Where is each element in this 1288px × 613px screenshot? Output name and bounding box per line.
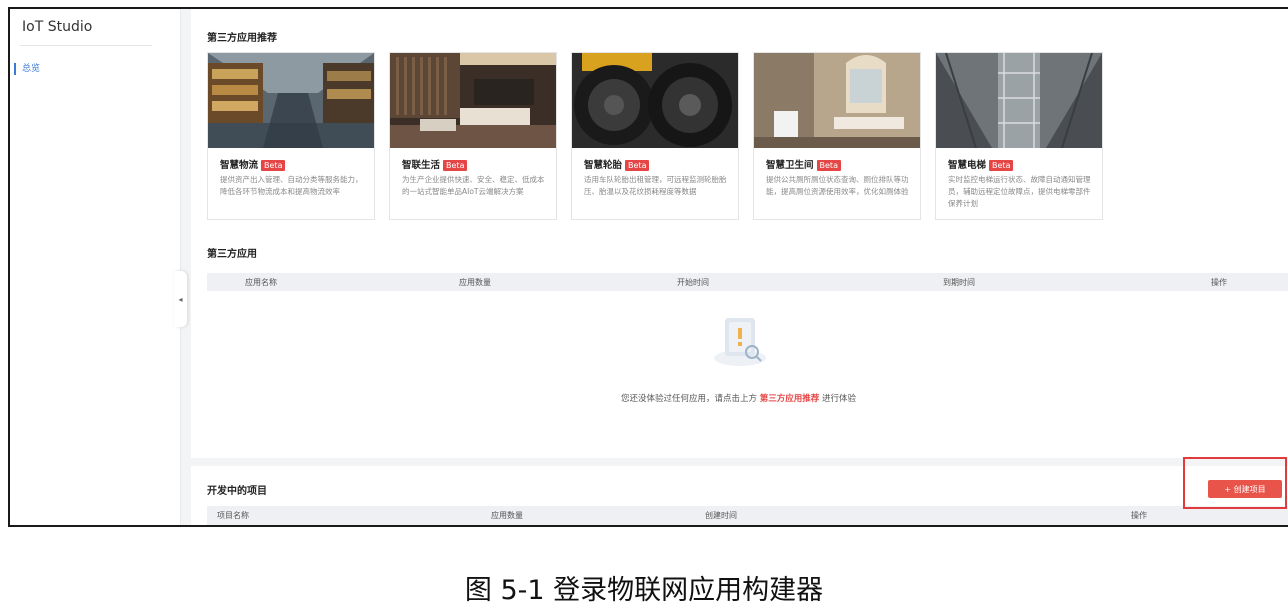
col-start-time: 开始时间 [677, 278, 709, 287]
empty-state-icon [709, 312, 771, 368]
app-card-smart-restroom[interactable]: 智慧卫生间 Beta 提供公共厕所厕位状态查询、厕位排队等功能，提高厕位资源使用效… [753, 52, 921, 220]
col-project-name: 项目名称 [217, 511, 249, 520]
warehouse-image [208, 53, 374, 148]
projects-table-header: 项目名称 应用数量 创建时间 操作 [207, 506, 1288, 525]
brand-title: IoT Studio [22, 19, 93, 35]
tire-image [572, 53, 738, 148]
app-desc: 适用车队轮胎出租管理，可远程监测轮胎胎压、胎温以及花纹损耗程度等数据 [584, 175, 727, 196]
highlight-box [1183, 457, 1287, 509]
col-expire-time: 到期时间 [943, 278, 975, 287]
recommend-title: 第三方应用推荐 [207, 33, 277, 44]
elevator-image [936, 53, 1102, 148]
app-card-smart-elevator[interactable]: 智慧电梯 Beta 实时监控电梯运行状态、故障自动通知管理员，辅助远程定位故障点，… [935, 52, 1103, 220]
empty-state-message: 您还没体验过任何应用，请点击上方 第三方应用推荐 进行体验 [621, 394, 856, 404]
beta-badge: Beta [625, 160, 650, 171]
app-desc: 为生产企业提供快速、安全、稳定、低成本的一站式智能单品AIoT云端解决方案 [402, 175, 545, 196]
col-app-count: 应用数量 [491, 511, 523, 520]
app-desc: 提供资产出入管理、自动分类等服务能力，降低各环节物流成本和提高物流效率 [220, 175, 363, 196]
col-app-count: 应用数量 [459, 278, 491, 287]
divider [20, 45, 152, 46]
beta-badge: Beta [443, 160, 468, 171]
beta-badge: Beta [989, 160, 1014, 171]
app-card-smart-living[interactable]: 智联生活 Beta 为生产企业提供快速、安全、稳定、低成本的一站式智能单品AIoT… [389, 52, 557, 220]
figure-caption: 图 5-1 登录物联网应用构建器 [464, 575, 824, 606]
app-card-smart-tire[interactable]: 智慧轮胎 Beta 适用车队轮胎出租管理，可远程监测轮胎胎压、胎温以及花纹损耗程度… [571, 52, 739, 220]
app-desc: 实时监控电梯运行状态、故障自动通知管理员，辅助远程定位故障点，提供电梯零部件保养… [948, 175, 1091, 208]
projects-card: 开发中的项目 项目名称 应用数量 创建时间 操作 [191, 466, 1288, 525]
col-app-name: 应用名称 [245, 278, 277, 287]
beta-badge: Beta [261, 160, 286, 171]
recommend-link[interactable]: 第三方应用推荐 [760, 394, 820, 404]
app-card-logistics[interactable]: 智慧物流 Beta 提供资产出入管理、自动分类等服务能力，降低各环节物流成本和提高… [207, 52, 375, 220]
app-name: 智慧物流 Beta [220, 157, 286, 171]
app-name: 智慧电梯 Beta [948, 157, 1014, 171]
collapse-sidebar-icon[interactable]: ◂ [174, 271, 187, 327]
col-action: 操作 [1211, 278, 1227, 287]
beta-badge: Beta [816, 160, 841, 171]
third-party-title: 第三方应用 [207, 249, 257, 260]
app-window: IoT Studio 总览 ◂ 第三方应用推荐 智慧物流 Beta 提供资产出入… [8, 7, 1288, 527]
app-name: 智慧轮胎 Beta [584, 157, 650, 171]
third-party-table-header: 应用名称 应用数量 开始时间 到期时间 操作 [207, 273, 1288, 291]
main-card: 第三方应用推荐 智慧物流 Beta 提供资产出入管理、自动分类等服务能力，降低各… [191, 9, 1288, 458]
living-room-image [390, 53, 556, 148]
sidebar-item-overview[interactable]: 总览 [14, 63, 40, 75]
app-name: 智联生活 Beta [402, 157, 468, 171]
col-create-time: 创建时间 [705, 511, 737, 520]
app-desc: 提供公共厕所厕位状态查询、厕位排队等功能，提高厕位资源使用效率，优化如厕体验 [766, 175, 909, 196]
sidebar: IoT Studio 总览 [10, 9, 181, 525]
app-name: 智慧卫生间 Beta [766, 157, 841, 171]
restroom-image [754, 53, 920, 148]
projects-title: 开发中的项目 [207, 486, 267, 497]
col-action: 操作 [1131, 511, 1147, 520]
